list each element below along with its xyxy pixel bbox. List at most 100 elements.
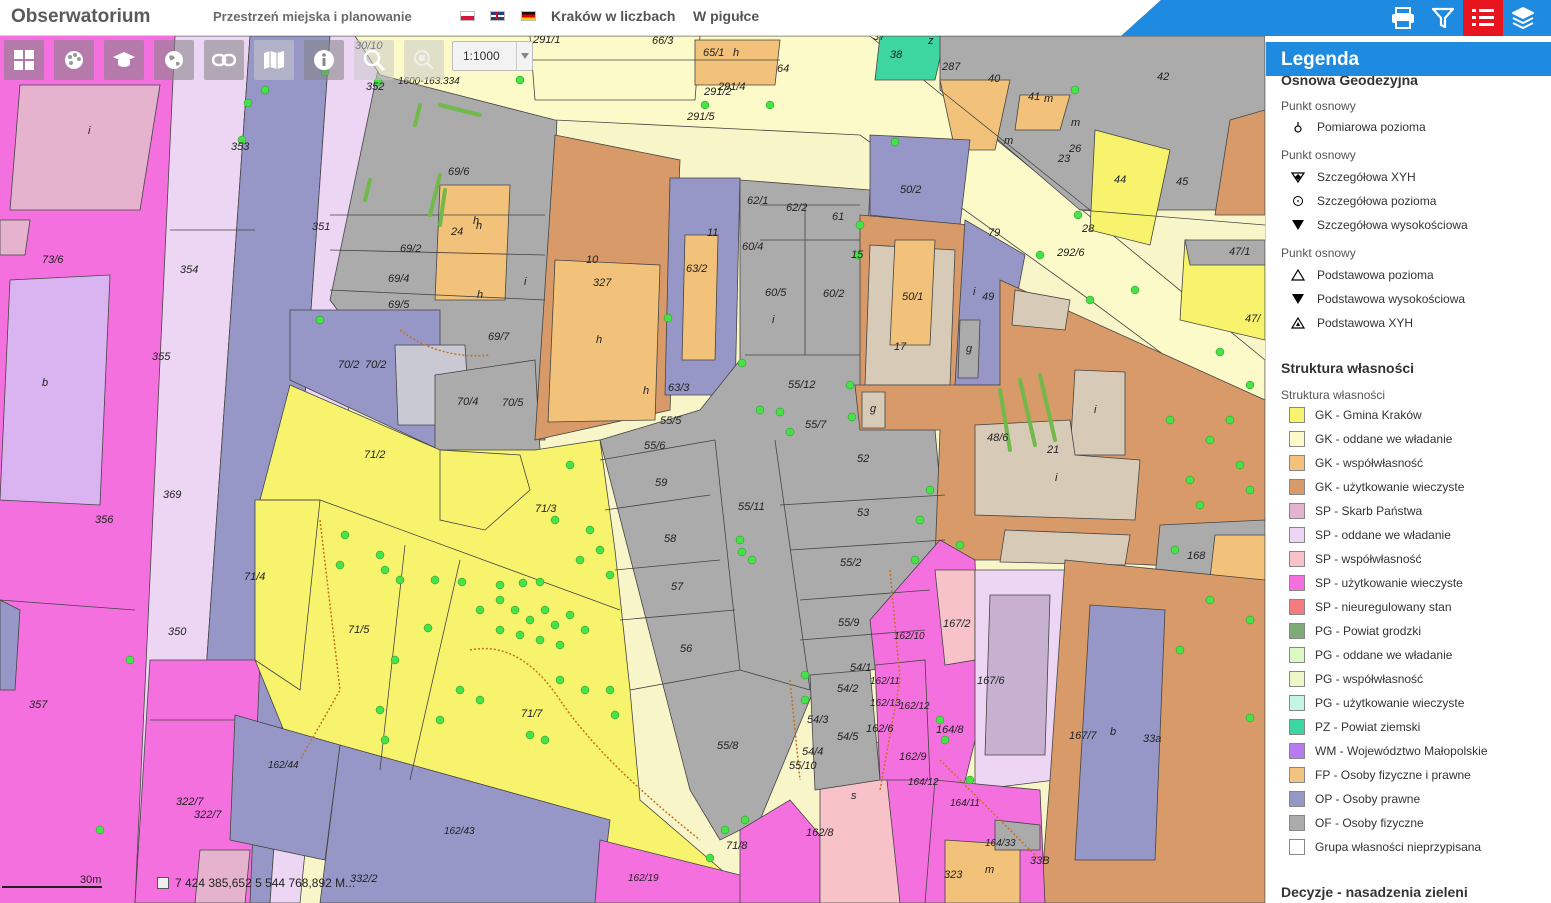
scale-bar-label: 30m [80, 874, 102, 886]
top-bar: Obserwatorium Przestrzeń miejska i plano… [0, 0, 1551, 36]
legend-group-label: Punkt osnowy [1281, 148, 1356, 162]
grid-icon [14, 50, 34, 70]
print-button[interactable] [1383, 0, 1423, 36]
layers-icon [1512, 7, 1534, 29]
legend-item-label: PG - współwłasność [1315, 672, 1424, 686]
legend-item-label: FP - Osoby fizyczne i prawne [1315, 768, 1471, 782]
legend-item-label: OP - Osoby prawne [1315, 792, 1421, 806]
tool-education[interactable] [104, 40, 144, 80]
legend-item: WM - Województwo Małopolskie [1289, 742, 1488, 760]
legend-item-label: SP - współwłasność [1315, 552, 1422, 566]
search-icon [363, 49, 385, 71]
legend-item: FP - Osoby fizyczne i prawne [1289, 766, 1471, 784]
pomiarowa-icon [1289, 118, 1307, 136]
color-swatch [1289, 791, 1305, 807]
legend-section-subtitle: Struktura własności [1281, 388, 1386, 402]
legend-section-title: Decyzje - nasadzenia zieleni [1281, 884, 1468, 900]
legend-item: SP - nieuregulowany stan [1289, 598, 1452, 616]
tool-globe[interactable] [154, 40, 194, 80]
legend-item-label: PG - użytkowanie wieczyste [1315, 696, 1465, 710]
legend-item: PG - współwłasność [1289, 670, 1423, 688]
legend-item-label: SP - nieuregulowany stan [1315, 600, 1452, 614]
flag-de-icon[interactable] [521, 11, 536, 21]
color-swatch [1289, 599, 1305, 615]
color-swatch [1289, 623, 1305, 639]
color-swatch [1289, 743, 1305, 759]
color-swatch [1289, 503, 1305, 519]
legend-item: GK - współwłasność [1289, 454, 1423, 472]
coordinate-readout: 7 424 385,652 5 544 768,892 M... [157, 876, 355, 890]
legend-item-label: Grupa własności nieprzypisana [1315, 840, 1482, 854]
app-title[interactable]: Obserwatorium [11, 6, 150, 28]
layers-button[interactable] [1503, 0, 1543, 36]
legend-item: Szczegółowa wysokościowa [1289, 216, 1468, 234]
up-triangle-outline-icon [1289, 266, 1307, 284]
globe-icon [165, 51, 183, 69]
legend-item: GK - użytkowanie wieczyste [1289, 478, 1464, 496]
print-icon [1392, 7, 1414, 29]
palette-icon [65, 51, 83, 69]
cadastral-map [0, 36, 1265, 903]
legend-item: PZ - Powiat ziemski [1289, 718, 1420, 736]
color-swatch [1289, 479, 1305, 495]
filter-icon [1432, 7, 1454, 29]
link-icon [212, 53, 236, 67]
scale-bar-line [2, 886, 102, 888]
info-icon [314, 50, 334, 70]
link-w-pigulce[interactable]: W pigułce [693, 8, 759, 24]
color-swatch [1289, 671, 1305, 687]
scale-value: 1:1000 [463, 49, 500, 63]
color-swatch [1289, 767, 1305, 783]
legend-item-label: GK - użytkowanie wieczyste [1315, 480, 1465, 494]
tool-search[interactable] [354, 40, 394, 80]
color-swatch [1289, 407, 1305, 423]
scale-select[interactable]: 1:1000 [452, 41, 533, 71]
legend-item: PG - użytkowanie wieczyste [1289, 694, 1464, 712]
legend-panel[interactable]: Osnowa Geodezyjna Punkt osnowy Pomiarowa… [1265, 42, 1551, 903]
color-swatch [1289, 647, 1305, 663]
legend-item: OF - Osoby fizyczne [1289, 814, 1424, 832]
legend-item: Szczegółowa XYH [1289, 168, 1416, 186]
color-swatch [1289, 431, 1305, 447]
triangle-dot-icon [1289, 314, 1307, 332]
filter-button[interactable] [1423, 0, 1463, 36]
legend-item-label: PG - Powiat grodzki [1315, 624, 1422, 638]
map-icon [264, 51, 284, 69]
down-triangle-icon [1289, 216, 1307, 234]
flag-pl-icon[interactable] [460, 11, 475, 21]
legend-button[interactable] [1463, 0, 1503, 36]
legend-section-title: Struktura własności [1281, 360, 1415, 376]
legend-item-label: GK - oddane we władanie [1315, 432, 1453, 446]
flag-en-icon[interactable] [490, 11, 505, 21]
legend-item: OP - Osoby prawne [1289, 790, 1420, 808]
legend-item-label: GK - współwłasność [1315, 456, 1424, 470]
legend-group-label: Punkt osnowy [1281, 99, 1356, 113]
legend-item: Szczegółowa pozioma [1289, 192, 1436, 210]
legend-item: Pomiarowa pozioma [1289, 118, 1426, 136]
coordinate-icon [157, 877, 169, 889]
section-subtitle[interactable]: Przestrzeń miejska i planowanie [213, 9, 412, 24]
legend-item: Podstawowa pozioma [1289, 266, 1434, 284]
coordinate-value: 7 424 385,652 5 544 768,892 M... [175, 876, 356, 890]
tool-map[interactable] [254, 40, 294, 80]
legend-item-label: PZ - Powiat ziemski [1315, 720, 1421, 734]
legend-item: SP - oddane we władanie [1289, 526, 1451, 544]
legend-group-label: Punkt osnowy [1281, 246, 1356, 260]
legend-item-label: OF - Osoby fizyczne [1315, 816, 1424, 830]
color-swatch [1289, 455, 1305, 471]
legend-item: PG - Powiat grodzki [1289, 622, 1421, 640]
tool-info[interactable] [304, 40, 344, 80]
tool-zoom-search[interactable] [404, 40, 444, 80]
map-canvas[interactable]: 30/10291/166/365/1h3738z28740423521600-1… [0, 36, 1265, 903]
legend-item-label: WM - Województwo Małopolskie [1315, 744, 1488, 758]
chevron-down-icon [516, 42, 532, 70]
diamond-triangle-icon [1289, 168, 1307, 186]
legend-item-label: GK - Gmina Kraków [1315, 408, 1422, 422]
color-swatch [1289, 551, 1305, 567]
app-window: Obserwatorium Przestrzeń miejska i plano… [0, 0, 1551, 903]
tool-palette[interactable] [54, 40, 94, 80]
legend-item-label: SP - oddane we władanie [1315, 528, 1451, 542]
tool-link[interactable] [204, 40, 244, 80]
tool-grid[interactable] [4, 40, 44, 80]
link-krakow-w-liczbach[interactable]: Kraków w liczbach [551, 8, 675, 24]
